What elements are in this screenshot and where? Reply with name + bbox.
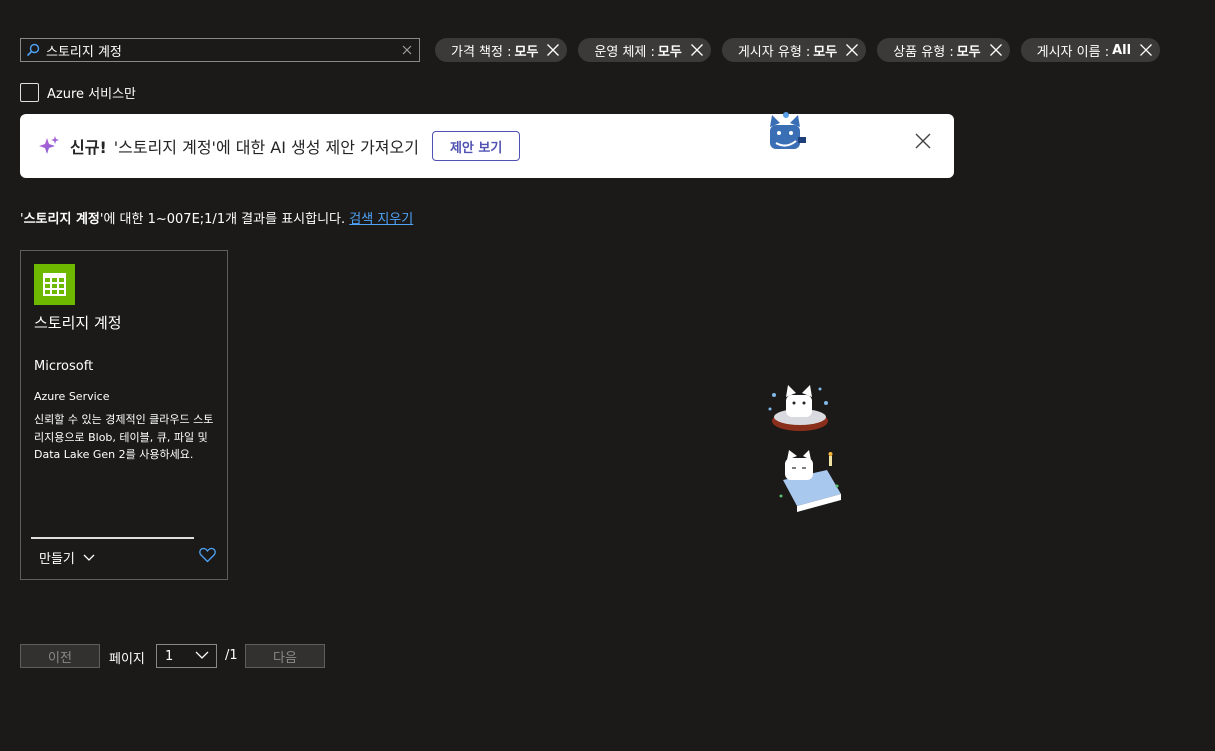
- search-icon: [26, 43, 40, 57]
- view-suggestions-button[interactable]: 제안 보기: [431, 131, 521, 161]
- filter-label: 가격 책정 :: [451, 44, 512, 60]
- filter-pill-os[interactable]: 운영 체제 : 모두: [578, 38, 711, 62]
- search-input[interactable]: [46, 42, 401, 58]
- checkbox-box[interactable]: [20, 83, 39, 102]
- storage-table-icon: [34, 264, 75, 305]
- checkbox-label: Azure 서비스만: [47, 87, 136, 102]
- create-dropdown-button[interactable]: 만들기: [39, 548, 95, 567]
- next-page-button[interactable]: 다음: [245, 644, 325, 668]
- filter-label: 게시자 유형 :: [737, 44, 811, 60]
- create-label: 만들기: [39, 552, 75, 567]
- card-title: 스토리지 계정: [34, 314, 122, 332]
- storage-account-card[interactable]: 스토리지 계정 Microsoft Azure Service 신뢰할 수 있는…: [20, 250, 228, 580]
- remove-filter-icon[interactable]: [690, 43, 704, 57]
- previous-page-button[interactable]: 이전: [20, 644, 100, 668]
- remove-filter-icon[interactable]: [845, 43, 859, 57]
- banner-message: '스토리지 계정'에 대한 AI 생성 제안 가져오기: [113, 138, 419, 157]
- filter-pill-publisher-name[interactable]: 게시자 이름 : All: [1020, 38, 1161, 62]
- results-text: '에 대한 1~007E;1/1개 결과를 표시합니다.: [99, 212, 346, 227]
- filter-value: 모두: [956, 44, 981, 60]
- remove-filter-icon[interactable]: [1139, 43, 1153, 57]
- card-publisher: Microsoft: [34, 359, 94, 374]
- filter-pill-product-type[interactable]: 상품 유형 : 모두: [877, 38, 1010, 62]
- page-select-value: 1: [165, 648, 174, 664]
- filter-label: 운영 체제 :: [594, 44, 655, 60]
- filter-value: 모두: [813, 44, 838, 60]
- page-select[interactable]: 1: [156, 644, 217, 668]
- card-description: 신뢰할 수 있는 경제적인 클라우드 스토리지용으로 Blob, 테이블, 큐,…: [34, 413, 214, 461]
- favorite-heart-icon[interactable]: [199, 547, 216, 563]
- filter-value: 모두: [514, 44, 539, 60]
- filter-value: 모두: [657, 44, 682, 60]
- sparkle-icon: [39, 136, 59, 154]
- cat-in-basket-icon: [768, 385, 828, 431]
- chevron-down-icon: [195, 651, 209, 659]
- filter-value: All: [1112, 42, 1132, 58]
- results-query: 스토리지 계정: [23, 212, 100, 227]
- ai-suggestion-banner: 신규! '스토리지 계정'에 대한 AI 생성 제안 가져오기 제안 보기: [20, 112, 954, 178]
- clear-search-link[interactable]: 검색 지우기: [349, 212, 413, 227]
- search-box[interactable]: [20, 38, 420, 62]
- chevron-down-icon: [83, 554, 95, 561]
- cat-in-bed-icon: [779, 450, 841, 512]
- filter-label: 상품 유형 :: [893, 44, 954, 60]
- filter-pill-publisher-type[interactable]: 게시자 유형 : 모두: [721, 38, 867, 62]
- cat-sticker-icon: [770, 112, 806, 149]
- page-total: /1: [225, 648, 238, 663]
- filter-label: 게시자 이름 :: [1036, 44, 1110, 60]
- close-icon[interactable]: [914, 132, 932, 150]
- filter-pill-pricing[interactable]: 가격 책정 : 모두: [435, 38, 568, 62]
- card-divider: [31, 537, 194, 539]
- remove-filter-icon[interactable]: [989, 43, 1003, 57]
- card-product-type: Azure Service: [34, 390, 110, 403]
- clear-search-icon[interactable]: [401, 44, 413, 56]
- remove-filter-icon[interactable]: [546, 43, 560, 57]
- results-summary: '스토리지 계정'에 대한 1~007E;1/1개 결과를 표시합니다. 검색 …: [20, 208, 413, 227]
- azure-services-only-checkbox[interactable]: Azure 서비스만: [20, 83, 136, 102]
- filter-pills: 가격 책정 : 모두 운영 체제 : 모두 게시자 유형 : 모두 상품 유형 …: [435, 38, 1161, 62]
- page-label: 페이지: [109, 652, 145, 667]
- new-label: 신규!: [70, 138, 107, 157]
